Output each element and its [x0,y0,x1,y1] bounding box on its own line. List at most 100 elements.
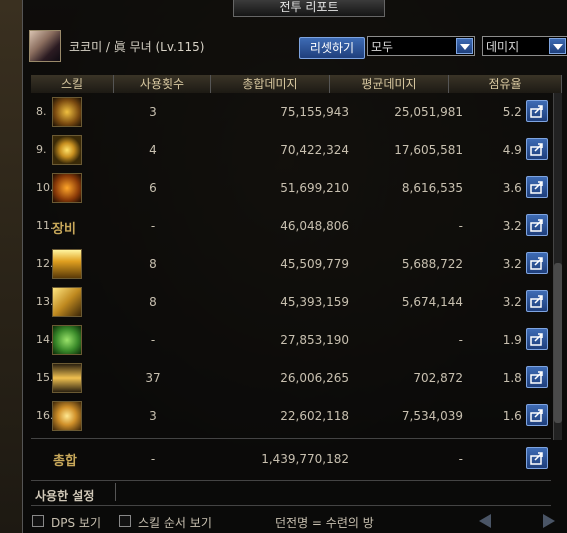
divider [115,483,116,501]
column-header-skill[interactable]: 스킬 [31,75,114,93]
dash-skill-icon [52,363,82,393]
table-row[interactable]: 9. 4 70,422,324 17,605,581 4.9 % [23,131,553,169]
share-icon[interactable] [526,252,548,274]
share-icon[interactable] [526,100,548,122]
dps-view-label: DPS 보기 [51,516,101,530]
row-avg-damage: 5,674,144 [401,295,463,309]
total-row: 총합 - 1,439,770,182 - [23,440,553,478]
divider [31,438,551,439]
used-settings-label[interactable]: 사용한 설정 [35,487,94,504]
total-label: 총합 [53,454,77,469]
row-total-damage: 75,155,943 [280,105,349,119]
row-total-damage: 45,393,159 [280,295,349,309]
filter-select[interactable]: 모두 [367,36,475,56]
row-uses: - [150,333,156,347]
total-avg: - [458,452,463,466]
row-total-damage: 22,602,118 [280,409,349,423]
total-share-icon[interactable] [526,447,548,469]
yin-yang-swirl-icon [52,135,82,165]
row-avg-damage: 7,534,039 [401,409,463,423]
column-header-share[interactable]: 점유율 [449,75,562,93]
row-index: 9. [36,143,47,156]
row-uses: 4 [149,143,157,157]
row-index: 11. [36,219,54,232]
sort-select[interactable]: 데미지 [482,36,567,56]
row-index: 10. [36,181,54,194]
row-index: 14. [36,333,54,346]
row-avg-damage: 702,872 [413,371,463,385]
row-avg-damage: 17,605,581 [394,143,463,157]
column-header-avg-damage[interactable]: 평균데미지 [330,75,449,93]
row-avg-damage: - [458,219,463,233]
share-icon[interactable] [526,328,548,350]
table-row[interactable]: 8. 3 75,155,943 25,051,981 5.2 % [23,93,553,131]
skill-order-checkbox[interactable] [119,515,131,527]
table-row[interactable]: 14. -27,853,190-1.9 % [23,321,553,359]
share-icon[interactable] [526,138,548,160]
column-header-uses[interactable]: 사용횟수 [114,75,211,93]
table-row[interactable]: 13. 8 45,393,159 5,674,144 3.2 % [23,283,553,321]
character-name: 코코미 / 眞 무녀 (Lv.115) [69,40,205,54]
row-avg-damage: 25,051,981 [394,105,463,119]
sort-select-value: 데미지 [486,40,520,54]
row-index: 15. [36,371,54,384]
row-avg-damage: 5,688,722 [401,257,463,271]
skill-order-label: 스킬 순서 보기 [138,516,212,530]
share-icon[interactable] [526,290,548,312]
dragon-skill-icon [52,97,82,127]
lightning-skill-icon [52,249,82,279]
chevron-down-icon[interactable] [456,38,473,54]
pinwheel-skill-icon [52,401,82,431]
footer-bar: DPS 보기 스킬 순서 보기 던전명 = 수련의 방 [23,510,567,533]
green-spirit-skill-icon [52,325,82,355]
character-avatar [29,30,61,62]
row-total-damage: 45,509,779 [280,257,349,271]
scrollbar[interactable] [553,93,562,440]
row-index: 12. [36,257,54,270]
table-row[interactable]: 12. 8 45,509,779 5,688,722 3.2 % [23,245,553,283]
row-total-damage: 70,422,324 [280,143,349,157]
table-row[interactable]: 10. 6 51,699,210 8,616,535 3.6 % [23,169,553,207]
row-uses: 3 [149,409,157,423]
column-headers: 스킬 사용횟수 총합데미지 평균데미지 점유율 [23,75,567,93]
row-uses: 37 [145,371,161,385]
row-total-damage: 27,853,190 [280,333,349,347]
window-title: 전투 리포트 [233,0,385,17]
total-damage: 1,439,770,182 [261,452,349,466]
share-icon[interactable] [526,404,548,426]
table-row[interactable]: 15. 37 26,006,265 702,872 1.8 % [23,359,553,397]
row-index: 8. [36,105,47,118]
scrollbar-thumb[interactable] [554,263,562,423]
dungeon-info: 던전명 = 수련의 방 [275,516,374,530]
share-icon[interactable] [526,214,548,236]
total-uses: - [150,452,156,466]
talisman-skill-icon [52,173,82,203]
share-icon[interactable] [526,366,548,388]
battle-report-window: 전투 리포트 코코미 / 眞 무녀 (Lv.115) 리셋하기 모두 데미지 스… [22,0,567,533]
table-row[interactable]: 11. 장비 -46,048,806-3.2 % [23,207,553,245]
column-header-total-damage[interactable]: 총합데미지 [211,75,330,93]
row-uses: - [150,219,156,233]
row-uses: 3 [149,105,157,119]
row-avg-damage: - [458,333,463,347]
row-uses: 8 [149,295,157,309]
share-icon[interactable] [526,176,548,198]
row-index: 13. [36,295,54,308]
dps-view-checkbox[interactable] [32,515,44,527]
divider [31,505,551,506]
chevron-down-icon[interactable] [549,38,566,54]
row-total-damage: 26,006,265 [280,371,349,385]
row-total-damage: 51,699,210 [280,181,349,195]
row-total-damage: 46,048,806 [280,219,349,233]
row-index: 16. [36,409,54,422]
row-uses: 6 [149,181,157,195]
row-avg-damage: 8,616,535 [401,181,463,195]
filter-select-value: 모두 [371,40,394,54]
character-row: 코코미 / 眞 무녀 (Lv.115) 리셋하기 모두 데미지 [27,30,567,62]
next-page-icon[interactable] [543,514,555,528]
reset-button[interactable]: 리셋하기 [299,37,365,59]
prev-page-icon[interactable] [479,514,491,528]
skill-name: 장비 [52,222,76,237]
divider [31,480,551,481]
table-row[interactable]: 16. 3 22,602,118 7,534,039 1.6 % [23,397,553,435]
